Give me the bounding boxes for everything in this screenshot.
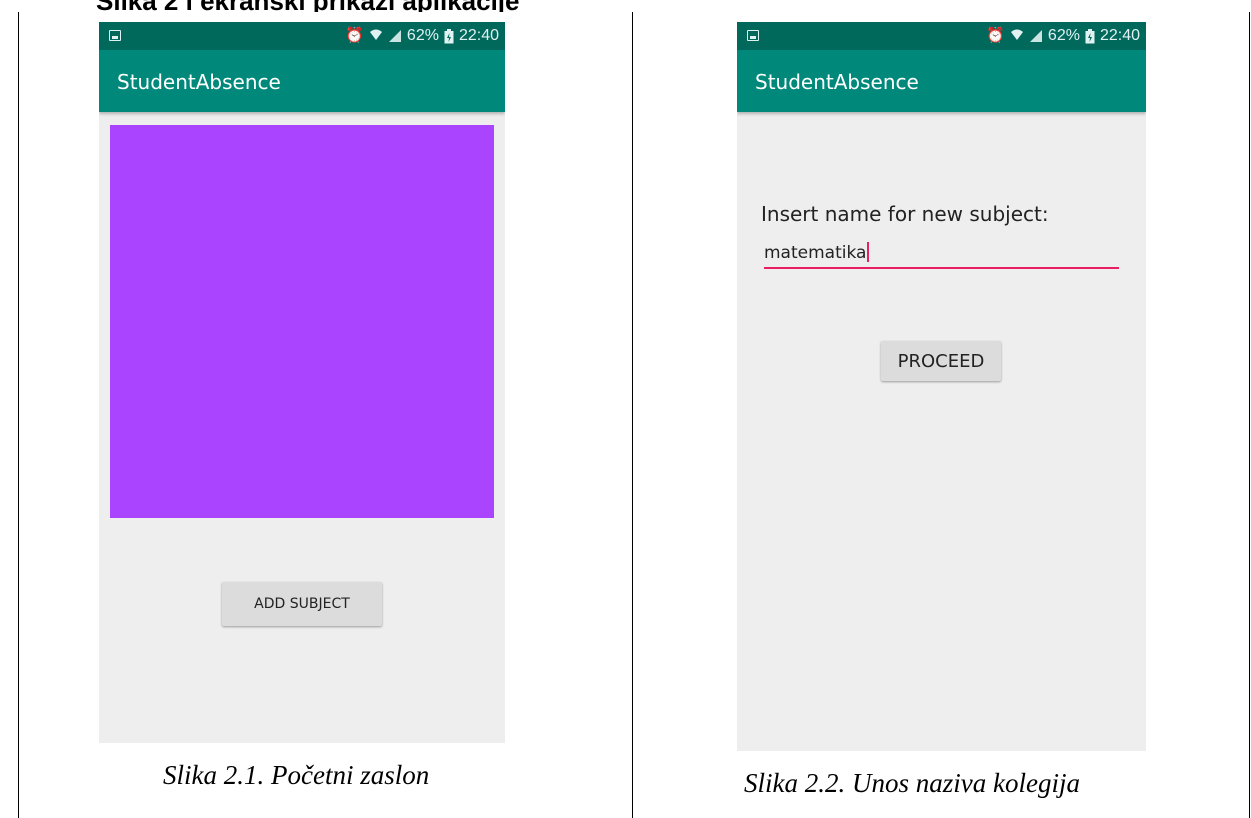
alarm-icon: ⏰	[986, 27, 1005, 44]
alarm-icon: ⏰	[345, 27, 364, 44]
image-icon	[109, 30, 121, 41]
battery-icon	[1085, 28, 1095, 44]
status-icons: ⏰ 62% 22:40	[345, 26, 499, 46]
signal-icon	[1029, 29, 1043, 43]
app-title: StudentAbsence	[755, 70, 919, 94]
battery-icon	[444, 28, 454, 44]
add-subject-button[interactable]: ADD SUBJECT	[222, 582, 382, 626]
table-middle-border	[632, 12, 633, 818]
app-bar: StudentAbsence	[99, 50, 505, 112]
subjects-panel	[110, 125, 494, 518]
image-icon	[747, 30, 759, 41]
app-bar: StudentAbsence	[737, 50, 1146, 112]
phone-screen-add-subject: ⏰ 62% 22:40 StudentAbsence Insert name f…	[737, 22, 1146, 751]
status-bar: ⏰ 62% 22:40	[737, 22, 1146, 50]
table-left-border	[18, 12, 19, 818]
wifi-icon	[369, 27, 383, 46]
table-right-border	[1249, 12, 1250, 818]
right-figure-caption: Slika 2.2. Unos naziva kolegija	[744, 768, 1080, 798]
battery-percent: 62%	[1047, 27, 1080, 44]
signal-icon	[388, 29, 402, 43]
text-cursor	[867, 242, 869, 262]
status-icons: ⏰ 62% 22:40	[986, 26, 1140, 46]
subject-name-value: matematika	[764, 243, 867, 263]
status-bar: ⏰ 62% 22:40	[99, 22, 505, 50]
clock-time: 22:40	[458, 27, 499, 44]
left-figure-caption: Slika 2.1. Početni zaslon	[163, 760, 430, 790]
subject-name-input[interactable]: matematika	[764, 242, 1119, 269]
proceed-button[interactable]: PROCEED	[881, 341, 1001, 381]
app-title: StudentAbsence	[117, 70, 281, 94]
document-heading-fragment: Slika 2 i ekranski prikazi aplikacije	[96, 0, 636, 12]
subject-name-prompt: Insert name for new subject:	[761, 202, 1049, 226]
wifi-icon	[1010, 27, 1024, 46]
clock-time: 22:40	[1099, 27, 1140, 44]
phone-screen-home: ⏰ 62% 22:40 StudentAbsence ADD SUBJECT	[99, 22, 505, 743]
battery-percent: 62%	[406, 27, 439, 44]
